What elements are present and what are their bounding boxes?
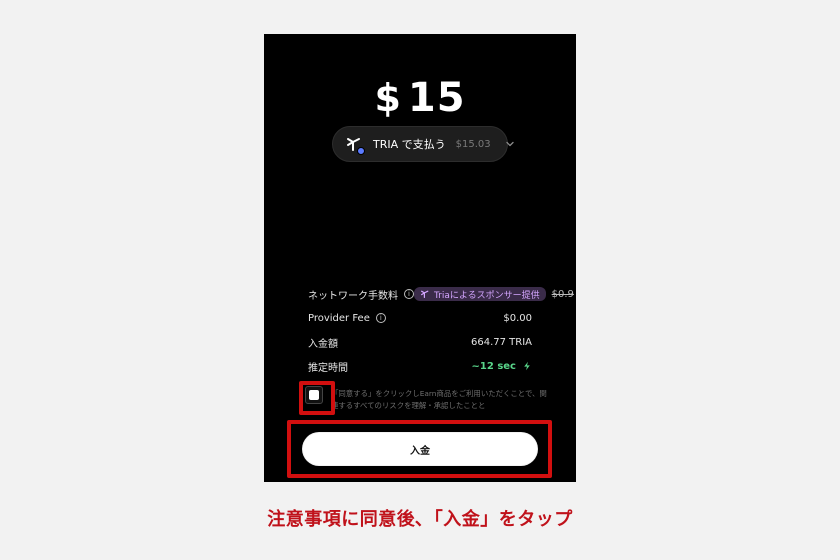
estimated-time-row: 推定時間 ~12 sec bbox=[308, 354, 532, 378]
estimated-time-value-group: ~12 sec bbox=[472, 361, 532, 372]
tria-mini-icon bbox=[420, 289, 430, 299]
consent-text: 「同意する」をクリックしEarn商品をご利用いただくことで、関連するすべてのリス… bbox=[331, 389, 547, 410]
chevron-down-icon bbox=[505, 139, 515, 149]
deposit-amount-value-group: 664.77 TRIA bbox=[471, 337, 532, 348]
estimated-time-label-group: 推定時間 bbox=[308, 359, 348, 374]
payment-method-value: $15.03 bbox=[455, 138, 491, 150]
payment-method-label: TRIA で支払う bbox=[373, 138, 446, 151]
lightning-icon bbox=[522, 361, 532, 371]
provider-fee-value-group: $0.00 bbox=[503, 313, 532, 324]
consent-checkbox[interactable] bbox=[305, 386, 323, 404]
consent-section: 「同意する」をクリックしEarn商品をご利用いただくことで、関連するすべてのリス… bbox=[305, 386, 547, 416]
checkbox-checkmark bbox=[309, 390, 319, 400]
deposit-amount-label: 入金額 bbox=[308, 338, 338, 350]
deposit-amount-label-group: 入金額 bbox=[308, 335, 338, 350]
network-badge-icon bbox=[357, 147, 365, 155]
provider-fee-value: $0.00 bbox=[503, 312, 532, 324]
network-fee-label: ネットワーク手数料 bbox=[308, 290, 398, 302]
tutorial-stage: $15 ≈ 664.77 TRIA TRIA で支払う $15.03 bbox=[0, 0, 840, 560]
estimated-time-value: ~12 sec bbox=[471, 360, 516, 372]
sponsor-badge: Triaによるスポンサー提供 bbox=[414, 287, 546, 301]
original-network-fee: $0.9 bbox=[551, 288, 574, 300]
network-fee-value-group: Triaによるスポンサー提供 $0.9 bbox=[414, 287, 574, 301]
payment-method-selector[interactable]: TRIA で支払う $15.03 bbox=[332, 126, 514, 162]
provider-fee-row: Provider Fee i $0.00 bbox=[308, 306, 532, 330]
network-fee-label-group: ネットワーク手数料 i bbox=[308, 287, 414, 302]
deposit-screen: $15 ≈ 664.77 TRIA TRIA で支払う $15.03 bbox=[264, 34, 576, 482]
deposit-amount-row: 入金額 664.77 TRIA bbox=[308, 330, 532, 354]
estimated-time-label: 推定時間 bbox=[308, 362, 348, 374]
provider-fee-label-group: Provider Fee i bbox=[308, 313, 386, 324]
sponsor-badge-label: Triaによるスポンサー提供 bbox=[434, 290, 540, 301]
provider-fee-label: Provider Fee bbox=[308, 312, 370, 324]
network-fee-row: ネットワーク手数料 i Triaによるスポンサー提供 $0.9 bbox=[308, 282, 574, 306]
tria-logo-icon bbox=[345, 135, 365, 155]
deposit-button[interactable]: 入金 bbox=[302, 432, 538, 466]
deposit-amount-value: 664.77 TRIA bbox=[470, 336, 532, 348]
deposit-details: ネットワーク手数料 i Triaによるスポンサー提供 $0.9 Provider… bbox=[308, 282, 574, 378]
info-icon[interactable]: i bbox=[375, 313, 386, 323]
info-icon[interactable]: i bbox=[404, 289, 414, 299]
amount-value: 15 bbox=[407, 75, 466, 121]
amount-display: $15 bbox=[264, 78, 576, 118]
instruction-caption: 注意事項に同意後､「入金」をタップ bbox=[267, 509, 573, 530]
currency-symbol: $ bbox=[374, 76, 402, 120]
